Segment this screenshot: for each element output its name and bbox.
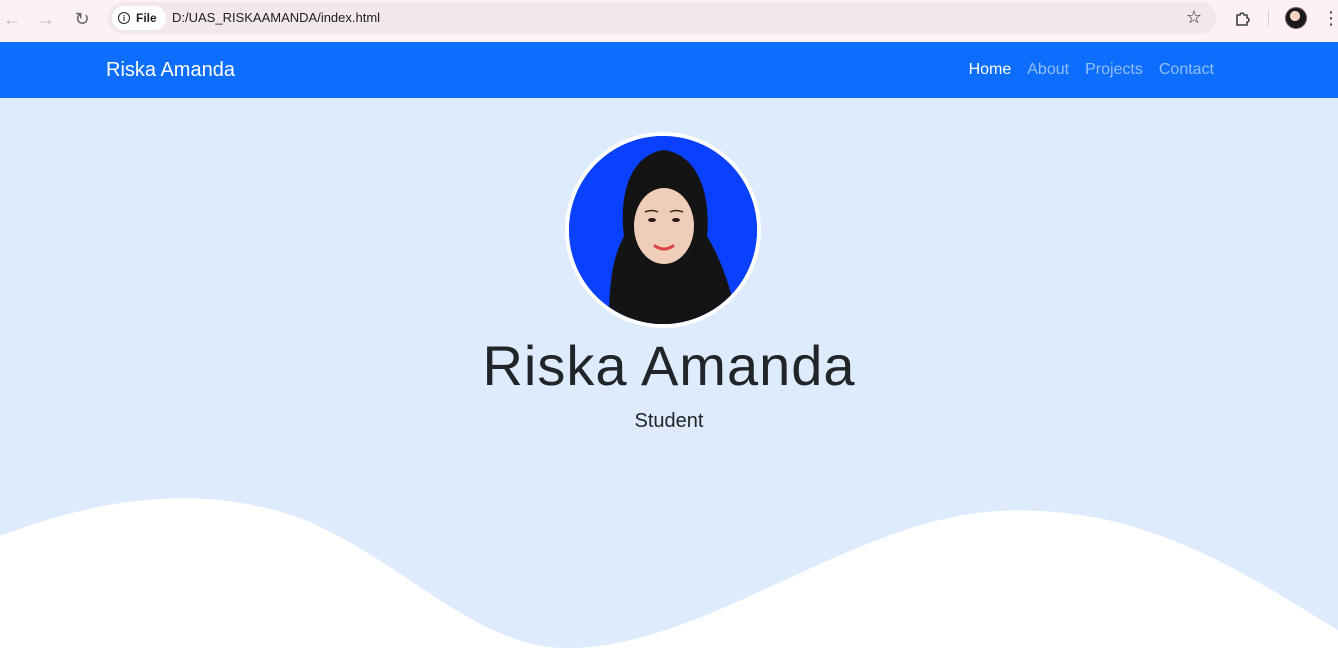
- kebab-menu-icon[interactable]: ⋮: [1322, 8, 1338, 28]
- toolbar-divider: [1268, 10, 1269, 26]
- hero-name: Riska Amanda: [482, 334, 856, 397]
- nav-link-projects[interactable]: Projects: [1085, 61, 1143, 79]
- site-navbar: Riska Amanda Home About Projects Contact: [0, 42, 1338, 98]
- nav-link-contact[interactable]: Contact: [1159, 61, 1214, 79]
- arrow-right-icon: →: [37, 9, 55, 29]
- site-info-label: File: [136, 11, 157, 25]
- info-icon: i: [118, 12, 130, 24]
- nav-link-home[interactable]: Home: [969, 61, 1012, 79]
- url-text[interactable]: D:/UAS_RISKAAMANDA/index.html: [172, 10, 380, 25]
- navbar-brand[interactable]: Riska Amanda: [106, 59, 235, 82]
- hero-role: Student: [634, 410, 704, 432]
- reload-icon: ↻: [74, 9, 90, 29]
- arrow-left-icon: ←: [3, 9, 21, 29]
- nav-links: Home About Projects Contact: [969, 61, 1214, 79]
- back-button[interactable]: ←: [0, 7, 24, 31]
- address-bar[interactable]: i File D:/UAS_RISKAAMANDA/index.html ☆: [108, 2, 1216, 34]
- profile-photo-image: [569, 136, 757, 324]
- profile-avatar[interactable]: [1285, 7, 1307, 29]
- puzzle-icon[interactable]: [1232, 7, 1254, 29]
- profile-photo: [565, 132, 761, 328]
- hero-section: Riska Amanda Student: [0, 98, 1338, 661]
- forward-button[interactable]: →: [34, 7, 58, 31]
- star-icon[interactable]: ☆: [1186, 7, 1202, 28]
- reload-button[interactable]: ↻: [70, 7, 94, 31]
- browser-toolbar: ← → ↻ i File D:/UAS_RISKAAMANDA/index.ht…: [0, 0, 1338, 42]
- nav-link-about[interactable]: About: [1027, 61, 1069, 79]
- site-info-chip[interactable]: i File: [112, 6, 166, 30]
- puzzle-icon-glyph: [1236, 12, 1250, 26]
